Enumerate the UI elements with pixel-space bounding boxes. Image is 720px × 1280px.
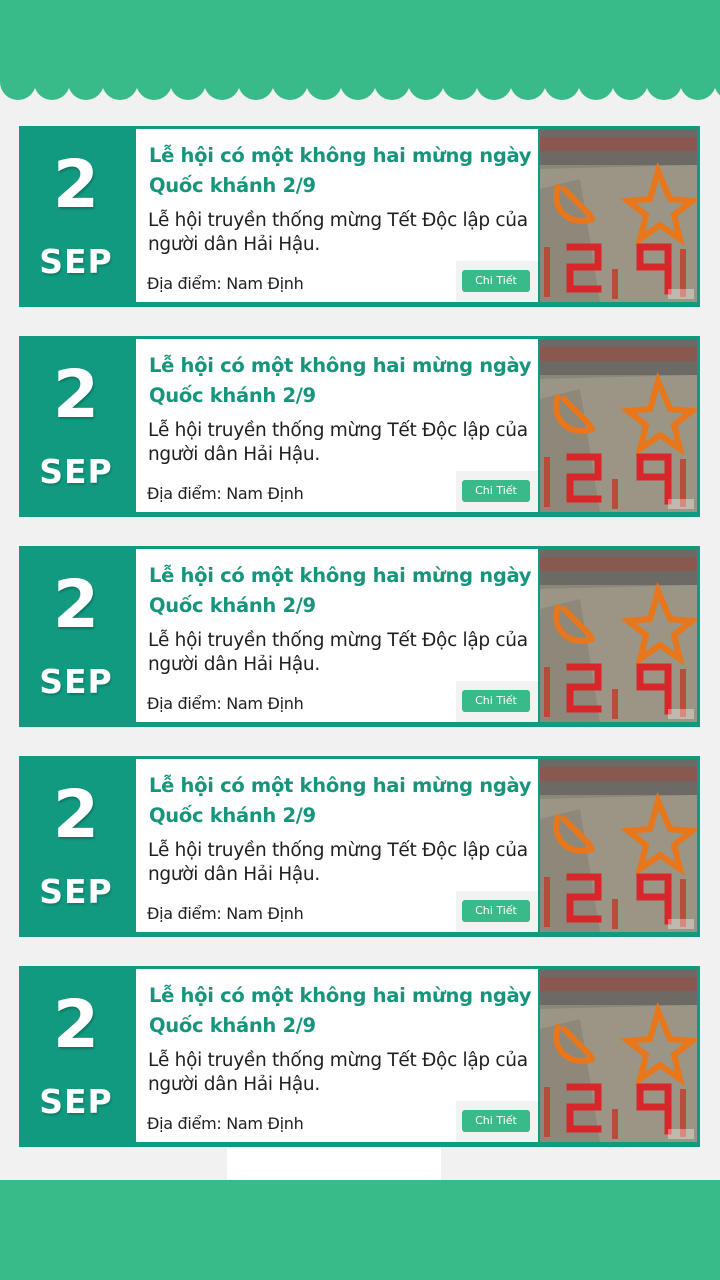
event-location: Địa điểm: Nam Định	[147, 484, 304, 503]
date-box: 2 SEP	[19, 336, 133, 517]
event-title[interactable]: Lễ hội có một không hai mừng ngày Quốc k…	[149, 141, 535, 201]
festival-formation-photo[interactable]	[540, 759, 697, 932]
date-day: 2	[53, 566, 99, 643]
event-title[interactable]: Lễ hội có một không hai mừng ngày Quốc k…	[149, 561, 535, 621]
date-box: 2 SEP	[19, 126, 133, 307]
date-month: SEP	[39, 452, 113, 491]
festival-formation-photo[interactable]	[540, 129, 697, 302]
detail-button-area: Chi Tiết	[456, 681, 538, 722]
detail-button-area: Chi Tiết	[456, 1101, 538, 1142]
event-card[interactable]: 2 SEP Lễ hội có một không hai mừng ngày …	[19, 756, 700, 937]
photo-graphic	[540, 549, 697, 722]
detail-button[interactable]: Chi Tiết	[462, 690, 530, 712]
event-description: Lễ hội truyền thống mừng Tết Độc lập của…	[148, 630, 528, 675]
date-month: SEP	[39, 662, 113, 701]
event-location: Địa điểm: Nam Định	[147, 904, 304, 923]
event-description: Lễ hội truyền thống mừng Tết Độc lập của…	[148, 1050, 528, 1095]
card-body: Lễ hội có một không hai mừng ngày Quốc k…	[136, 129, 538, 302]
event-title[interactable]: Lễ hội có một không hai mừng ngày Quốc k…	[149, 771, 535, 831]
scalloped-edge-decoration	[0, 70, 720, 100]
card-body: Lễ hội có một không hai mừng ngày Quốc k…	[136, 549, 538, 722]
card-body: Lễ hội có một không hai mừng ngày Quốc k…	[136, 759, 538, 932]
event-card[interactable]: 2 SEP Lễ hội có một không hai mừng ngày …	[19, 126, 700, 307]
event-title[interactable]: Lễ hội có một không hai mừng ngày Quốc k…	[149, 351, 535, 411]
detail-button-area: Chi Tiết	[456, 891, 538, 932]
event-location: Địa điểm: Nam Định	[147, 274, 304, 293]
date-box: 2 SEP	[19, 756, 133, 937]
event-location: Địa điểm: Nam Định	[147, 1114, 304, 1133]
detail-button[interactable]: Chi Tiết	[462, 1110, 530, 1132]
festival-formation-photo[interactable]	[540, 969, 697, 1142]
pager-active-segment[interactable]	[227, 1148, 441, 1180]
date-day: 2	[53, 146, 99, 223]
detail-button-area: Chi Tiết	[456, 261, 538, 302]
date-day: 2	[53, 986, 99, 1063]
event-description: Lễ hội truyền thống mừng Tết Độc lập của…	[148, 420, 528, 465]
photo-graphic	[540, 129, 697, 302]
detail-button[interactable]: Chi Tiết	[462, 900, 530, 922]
card-body: Lễ hội có một không hai mừng ngày Quốc k…	[136, 969, 538, 1142]
event-list: 2 SEP Lễ hội có một không hai mừng ngày …	[0, 106, 720, 1148]
date-box: 2 SEP	[19, 546, 133, 727]
photo-graphic	[540, 339, 697, 512]
event-description: Lễ hội truyền thống mừng Tết Độc lập của…	[148, 840, 528, 885]
detail-button[interactable]: Chi Tiết	[462, 480, 530, 502]
footer-band	[0, 1180, 720, 1280]
event-card[interactable]: 2 SEP Lễ hội có một không hai mừng ngày …	[19, 966, 700, 1147]
date-box: 2 SEP	[19, 966, 133, 1147]
detail-button-area: Chi Tiết	[456, 471, 538, 512]
photo-graphic	[540, 759, 697, 932]
header	[0, 0, 720, 106]
photo-graphic	[540, 969, 697, 1142]
detail-button[interactable]: Chi Tiết	[462, 270, 530, 292]
festival-formation-photo[interactable]	[540, 549, 697, 722]
date-day: 2	[53, 776, 99, 853]
card-body: Lễ hội có một không hai mừng ngày Quốc k…	[136, 339, 538, 512]
date-day: 2	[53, 356, 99, 433]
date-month: SEP	[39, 1082, 113, 1121]
pager-strip	[0, 1148, 720, 1180]
event-card[interactable]: 2 SEP Lễ hội có một không hai mừng ngày …	[19, 336, 700, 517]
event-location: Địa điểm: Nam Định	[147, 694, 304, 713]
event-title[interactable]: Lễ hội có một không hai mừng ngày Quốc k…	[149, 981, 535, 1041]
date-month: SEP	[39, 872, 113, 911]
festival-formation-photo[interactable]	[540, 339, 697, 512]
date-month: SEP	[39, 242, 113, 281]
event-card[interactable]: 2 SEP Lễ hội có một không hai mừng ngày …	[19, 546, 700, 727]
event-description: Lễ hội truyền thống mừng Tết Độc lập của…	[148, 210, 528, 255]
